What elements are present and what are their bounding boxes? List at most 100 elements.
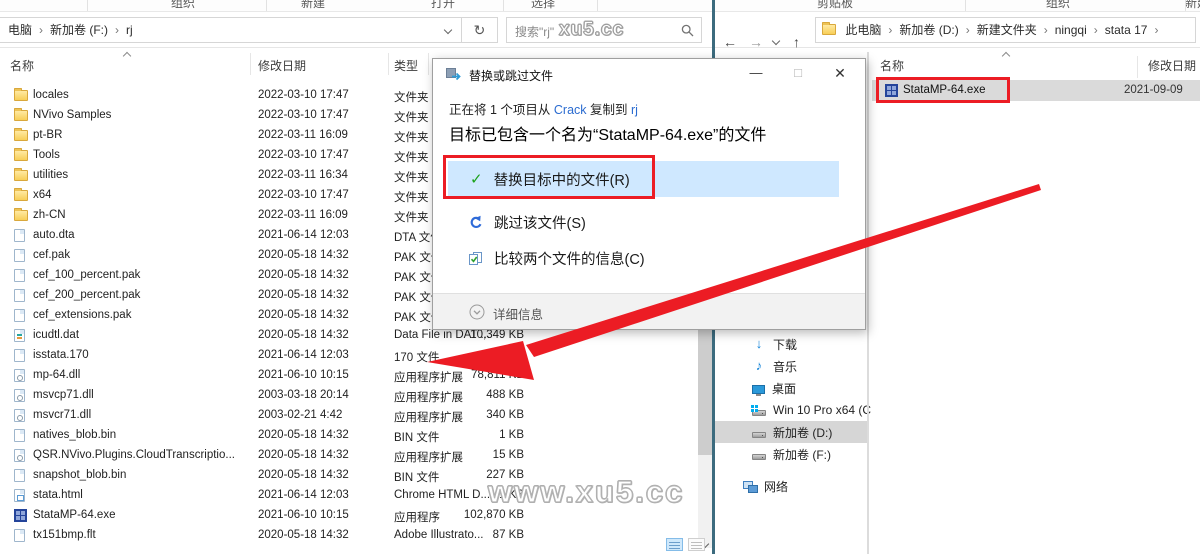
column-separator[interactable] <box>1137 56 1138 78</box>
annotation-rect-source-file <box>876 77 1010 103</box>
ribbon-group-label: 组织 <box>1045 0 1071 10</box>
ribbon-group-separator <box>503 0 504 11</box>
folder-icon <box>14 208 28 221</box>
folder-icon <box>14 168 28 181</box>
breadcrumb-separator-icon: › <box>965 23 970 37</box>
file-row[interactable]: msvcr71.dll 2003-02-21 4:42 应用程序扩展 340 KB <box>0 406 712 426</box>
breadcrumb-item[interactable]: rj <box>124 23 135 37</box>
dialog-titlebar[interactable]: 替换或跳过文件 — □ ✕ <box>433 59 865 89</box>
file-name: utilities <box>33 169 69 181</box>
file-size: 10,349 KB <box>470 329 524 341</box>
column-header-modified[interactable]: 修改日期 <box>258 57 306 74</box>
breadcrumb-item[interactable]: 新加卷 (F:) <box>48 23 110 37</box>
file-icon <box>14 309 25 322</box>
drive-icon <box>752 431 766 438</box>
breadcrumb-separator-icon: › <box>39 23 44 37</box>
sidebar-item[interactable]: Win 10 Pro x64 (C <box>715 399 871 421</box>
breadcrumb-item[interactable]: 此电脑 <box>843 23 883 37</box>
expand-details-chevron-icon[interactable] <box>469 304 485 320</box>
file-name: cef_200_percent.pak <box>33 289 141 301</box>
address-row-left: 电脑 › 新加卷 (F:) › rj ↻ 搜索"rj" xu5.cc <box>0 12 712 48</box>
file-size: 1 KB <box>499 349 524 361</box>
file-icon <box>14 269 25 282</box>
sidebar-item-label: Win 10 Pro x64 (C <box>773 403 872 417</box>
file-row[interactable]: tx151bmp.flt 2020-05-18 14:32 Adobe Illust… <box>0 526 712 546</box>
file-row[interactable]: StataMP-64.exe 2021-06-10 10:15 应用程序 102,87… <box>0 506 712 526</box>
sort-ascending-icon <box>1001 51 1011 61</box>
sidebar-item[interactable]: 新加卷 (D:) <box>715 421 867 443</box>
address-dropdown-chevron-icon[interactable] <box>443 25 453 35</box>
column-header-name[interactable]: 名称 <box>880 57 904 74</box>
watermark-search: xu5.cc <box>559 19 625 41</box>
ribbon-group-separator <box>965 0 966 11</box>
recent-locations-chevron-icon[interactable] <box>771 36 781 46</box>
column-header-name[interactable]: 名称 <box>10 57 34 74</box>
skip-arrow-icon <box>468 215 483 229</box>
breadcrumb-item[interactable]: 新加卷 (D:) <box>897 23 960 37</box>
column-separator[interactable] <box>428 53 429 75</box>
option-skip-file[interactable]: 跳过该文件(S) <box>448 209 839 235</box>
file-date: 2021-09-09 <box>1124 84 1183 96</box>
file-row[interactable]: QSR.NVivo.Plugins.CloudTranscriptio... 20… <box>0 446 712 466</box>
address-bar-right[interactable]: 此电脑 › 新加卷 (D:) › 新建文件夹 › ningqi › stata 17 › <box>815 17 1196 43</box>
breadcrumb-item[interactable]: 电脑 <box>6 23 34 37</box>
view-toggle-large-icons[interactable] <box>688 538 705 551</box>
sidebar-item[interactable]: 新加卷 (F:) <box>715 443 867 465</box>
sidebar-item-label: 桌面 <box>772 381 797 396</box>
breadcrumb-item[interactable]: ningqi <box>1053 23 1089 37</box>
windows-drive-icon <box>751 404 766 416</box>
file-icon <box>14 429 25 442</box>
file-date-modified: 2020-05-18 14:32 <box>258 269 349 281</box>
file-date-modified: 2003-03-18 20:14 <box>258 389 349 401</box>
sidebar-item[interactable]: ↓ 下载 <box>715 333 867 355</box>
file-name: isstata.170 <box>33 349 89 361</box>
file-type: 文件夹 <box>394 152 429 164</box>
column-separator[interactable] <box>250 53 251 75</box>
file-name: mp-64.dll <box>33 369 81 381</box>
file-icon <box>14 289 25 302</box>
breadcrumb-item[interactable]: 新建文件夹 <box>975 23 1039 37</box>
pane-divider[interactable] <box>867 52 869 554</box>
breadcrumb-item[interactable]: stata 17 <box>1103 23 1150 37</box>
destination-folder-link[interactable]: rj <box>631 103 638 117</box>
file-row[interactable]: mp-64.dll 2021-06-10 10:15 应用程序扩展 78,811 KB <box>0 366 712 386</box>
sidebar-item[interactable]: 网络 <box>715 475 867 497</box>
file-name: cef_extensions.pak <box>33 309 132 321</box>
file-size: 87 KB <box>492 529 524 541</box>
file-date-modified: 2022-03-10 17:47 <box>258 149 349 161</box>
search-box[interactable]: 搜索"rj" xu5.cc <box>506 17 702 43</box>
file-row[interactable]: stata.html 2021-06-14 12:03 Chrome HTML D.… <box>0 486 712 506</box>
folder-icon <box>14 108 28 121</box>
file-row[interactable]: snapshot_blob.bin 2020-05-18 14:32 BIN 文件 2… <box>0 466 712 486</box>
dll-file-icon <box>14 389 25 402</box>
ribbon-group-separator <box>597 0 598 11</box>
option-compare-files[interactable]: 比较两个文件的信息(C) <box>448 245 839 271</box>
file-type: 文件夹 <box>394 132 429 144</box>
file-size: 1 KB <box>499 429 524 441</box>
column-header-type[interactable]: 类型 <box>394 57 418 74</box>
file-date-modified: 2022-03-10 17:47 <box>258 89 349 101</box>
file-row[interactable]: natives_blob.bin 2020-05-18 14:32 BIN 文件 1 … <box>0 426 712 446</box>
sidebar-item[interactable]: 桌面 <box>715 377 867 399</box>
view-toggle-details[interactable] <box>666 538 683 551</box>
file-name: NVivo Samples <box>33 109 112 121</box>
sidebar-item[interactable]: ♪ 音乐 <box>715 355 867 377</box>
file-size: 102,870 KB <box>463 509 524 521</box>
file-type: 文件夹 <box>394 112 429 124</box>
column-separator[interactable] <box>388 53 389 75</box>
file-row[interactable]: isstata.170 2021-06-14 12:03 170 文件 1 KB <box>0 346 712 366</box>
file-row[interactable]: msvcp71.dll 2003-03-18 20:14 应用程序扩展 488 KB <box>0 386 712 406</box>
minimize-button[interactable]: — <box>735 59 777 89</box>
column-header-modified[interactable]: 修改日期 <box>1148 57 1196 74</box>
file-size: 340 KB <box>486 409 524 421</box>
address-bar-left[interactable]: 电脑 › 新加卷 (F:) › rj <box>0 17 462 43</box>
ribbon-group-separator <box>87 0 88 11</box>
annotation-rect-replace-option <box>443 155 655 199</box>
dat-file-icon <box>14 329 25 342</box>
file-date-modified: 2022-03-11 16:09 <box>258 209 348 221</box>
refresh-button[interactable]: ↻ <box>462 17 498 43</box>
maximize-button[interactable]: □ <box>777 59 819 89</box>
source-folder-link[interactable]: Crack <box>554 103 587 117</box>
details-toggle[interactable]: 详细信息 <box>493 304 543 323</box>
close-button[interactable]: ✕ <box>819 59 861 89</box>
